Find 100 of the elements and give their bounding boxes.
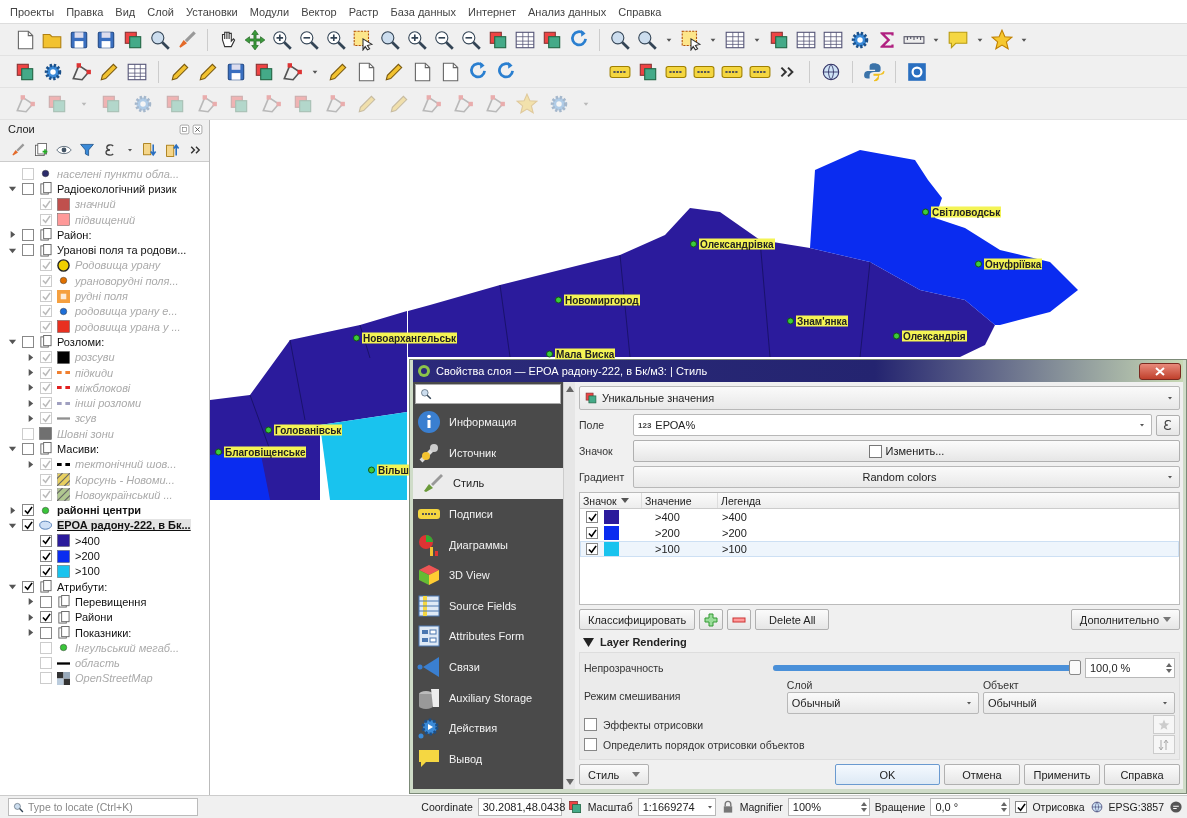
menu-item[interactable]: Растр: [348, 5, 379, 18]
locator-field[interactable]: Type to locate (Ctrl+K): [8, 798, 198, 816]
menu-item[interactable]: База данных: [390, 5, 456, 18]
layer-blend-dropdown[interactable]: Обычный: [786, 691, 979, 714]
nav-item[interactable]: Диаграммы: [413, 529, 563, 560]
pencil-icon[interactable]: [327, 60, 349, 83]
nav-item[interactable]: Связи: [413, 651, 563, 683]
node-tool-icon[interactable]: [196, 92, 218, 115]
layer-name[interactable]: ЕРОА радону-222, в Бк...: [57, 519, 191, 532]
close-button[interactable]: [1139, 362, 1181, 380]
node-tool-icon[interactable]: [14, 92, 36, 115]
opacity-spinbox[interactable]: 100,0 %: [1085, 657, 1175, 678]
map-canvas[interactable]: [210, 120, 1187, 795]
layer-checkbox[interactable]: [40, 366, 52, 379]
layer-checkbox[interactable]: [40, 397, 52, 410]
zoom-in-icon[interactable]: [325, 28, 347, 51]
node-tool-icon[interactable]: [324, 92, 346, 115]
menu-item[interactable]: Справка: [618, 5, 662, 18]
row-checkbox[interactable]: [586, 527, 598, 539]
field-dropdown[interactable]: 123 ЕРОА%: [633, 414, 1152, 436]
slider-thumb[interactable]: [1069, 659, 1081, 675]
spin-arrows-icon[interactable]: [999, 800, 1010, 814]
style-dropdown[interactable]: Стиль: [579, 764, 649, 785]
render-checkbox[interactable]: [1015, 801, 1028, 813]
magnifier-icon[interactable]: [379, 28, 401, 51]
layer-checkbox[interactable]: [40, 274, 52, 287]
layer-checkbox[interactable]: [22, 167, 34, 180]
message-icon[interactable]: [1169, 800, 1183, 814]
scale-field[interactable]: 1:1669274: [637, 798, 716, 816]
layer-name[interactable]: Перевищення: [75, 595, 147, 608]
nav-item[interactable]: Информация: [413, 407, 563, 438]
zoom-in-icon[interactable]: [406, 28, 428, 51]
expander-icon[interactable]: [8, 230, 17, 240]
add-button[interactable]: [699, 609, 724, 630]
help-icon[interactable]: [906, 60, 928, 83]
expander-icon[interactable]: [26, 398, 35, 408]
object-blend-dropdown[interactable]: Обычный: [982, 691, 1175, 714]
classify-button[interactable]: Классифицировать: [579, 609, 696, 630]
layer-checkbox[interactable]: [40, 565, 52, 578]
layer-checkbox[interactable]: [40, 626, 52, 639]
expander-icon[interactable]: [26, 628, 35, 638]
expander-icon[interactable]: [583, 637, 594, 647]
expander-icon[interactable]: [26, 597, 35, 607]
layer-checkbox[interactable]: [40, 473, 52, 486]
magnifier-icon[interactable]: [636, 28, 658, 51]
nav-item[interactable]: Подписи: [413, 498, 563, 530]
two-tone-logo-icon[interactable]: [863, 60, 885, 83]
pencil-icon[interactable]: [169, 60, 191, 83]
column-header[interactable]: Легенда: [718, 493, 1179, 508]
table-row[interactable]: >100 >100: [580, 541, 1179, 557]
layer-name[interactable]: районні центри: [57, 504, 142, 517]
spin-arrows-icon[interactable]: [858, 800, 869, 814]
zoom-out-icon[interactable]: [298, 28, 320, 51]
menu-item[interactable]: Проекты: [10, 5, 55, 18]
renderer-dropdown[interactable]: Уникальные значения: [579, 386, 1180, 410]
layer-checkbox[interactable]: [40, 595, 52, 608]
zoom-out-icon[interactable]: [460, 28, 482, 51]
layer-checkbox[interactable]: [40, 672, 52, 685]
layer-checkbox[interactable]: [40, 657, 52, 670]
layer-checkbox[interactable]: [40, 641, 52, 654]
option-checkbox[interactable]: [584, 738, 597, 752]
expand-all-icon[interactable]: [142, 141, 158, 158]
change-symbol-button[interactable]: Изменить...: [633, 440, 1180, 462]
layer-checkbox[interactable]: [22, 443, 34, 455]
toggle-extents-icon[interactable]: [566, 799, 583, 815]
layer-checkbox[interactable]: [40, 550, 52, 563]
dialog-button[interactable]: Применить: [1024, 764, 1100, 785]
layer-checkbox[interactable]: [40, 611, 52, 624]
expression-button[interactable]: [1156, 414, 1180, 436]
menu-item[interactable]: Слой: [147, 5, 174, 18]
node-tool-icon[interactable]: [70, 60, 92, 83]
nav-item[interactable]: Стиль: [413, 468, 563, 499]
crs-label[interactable]: EPSG:3857: [1108, 801, 1164, 813]
move-icon[interactable]: [244, 28, 266, 51]
dialog-button[interactable]: OK: [835, 764, 940, 785]
nav-item[interactable]: Auxiliary Storage: [413, 682, 563, 713]
node-tool-icon[interactable]: [484, 92, 506, 115]
brush-icon[interactable]: [176, 28, 198, 51]
add-layer-icon[interactable]: [33, 141, 49, 158]
node-tool-icon[interactable]: [452, 92, 474, 115]
column-header[interactable]: Значок: [580, 493, 642, 508]
menu-item[interactable]: Вид: [115, 5, 136, 18]
magnifier-icon[interactable]: [609, 28, 631, 51]
delete-all-button[interactable]: Delete All: [755, 609, 830, 630]
magnifier-field[interactable]: 100%: [787, 798, 870, 816]
advanced-button[interactable]: Дополнительно: [1070, 609, 1180, 630]
expander-icon[interactable]: [26, 459, 35, 469]
expander-icon[interactable]: [26, 352, 35, 362]
layer-checkbox[interactable]: [40, 198, 52, 211]
layer-checkbox[interactable]: [22, 335, 34, 348]
remove-button[interactable]: [727, 609, 752, 630]
rotation-field[interactable]: 0,0 °: [930, 798, 1011, 816]
option-checkbox[interactable]: [584, 718, 597, 732]
zoom-out-icon[interactable]: [433, 28, 455, 51]
collapse-all-icon[interactable]: [165, 141, 181, 158]
layer-name[interactable]: Показники:: [75, 626, 132, 639]
node-tool-icon[interactable]: [420, 92, 442, 115]
layer-name[interactable]: Район:: [57, 228, 92, 241]
dialog-button[interactable]: Отмена: [944, 764, 1020, 785]
layer-checkbox[interactable]: [22, 244, 34, 257]
